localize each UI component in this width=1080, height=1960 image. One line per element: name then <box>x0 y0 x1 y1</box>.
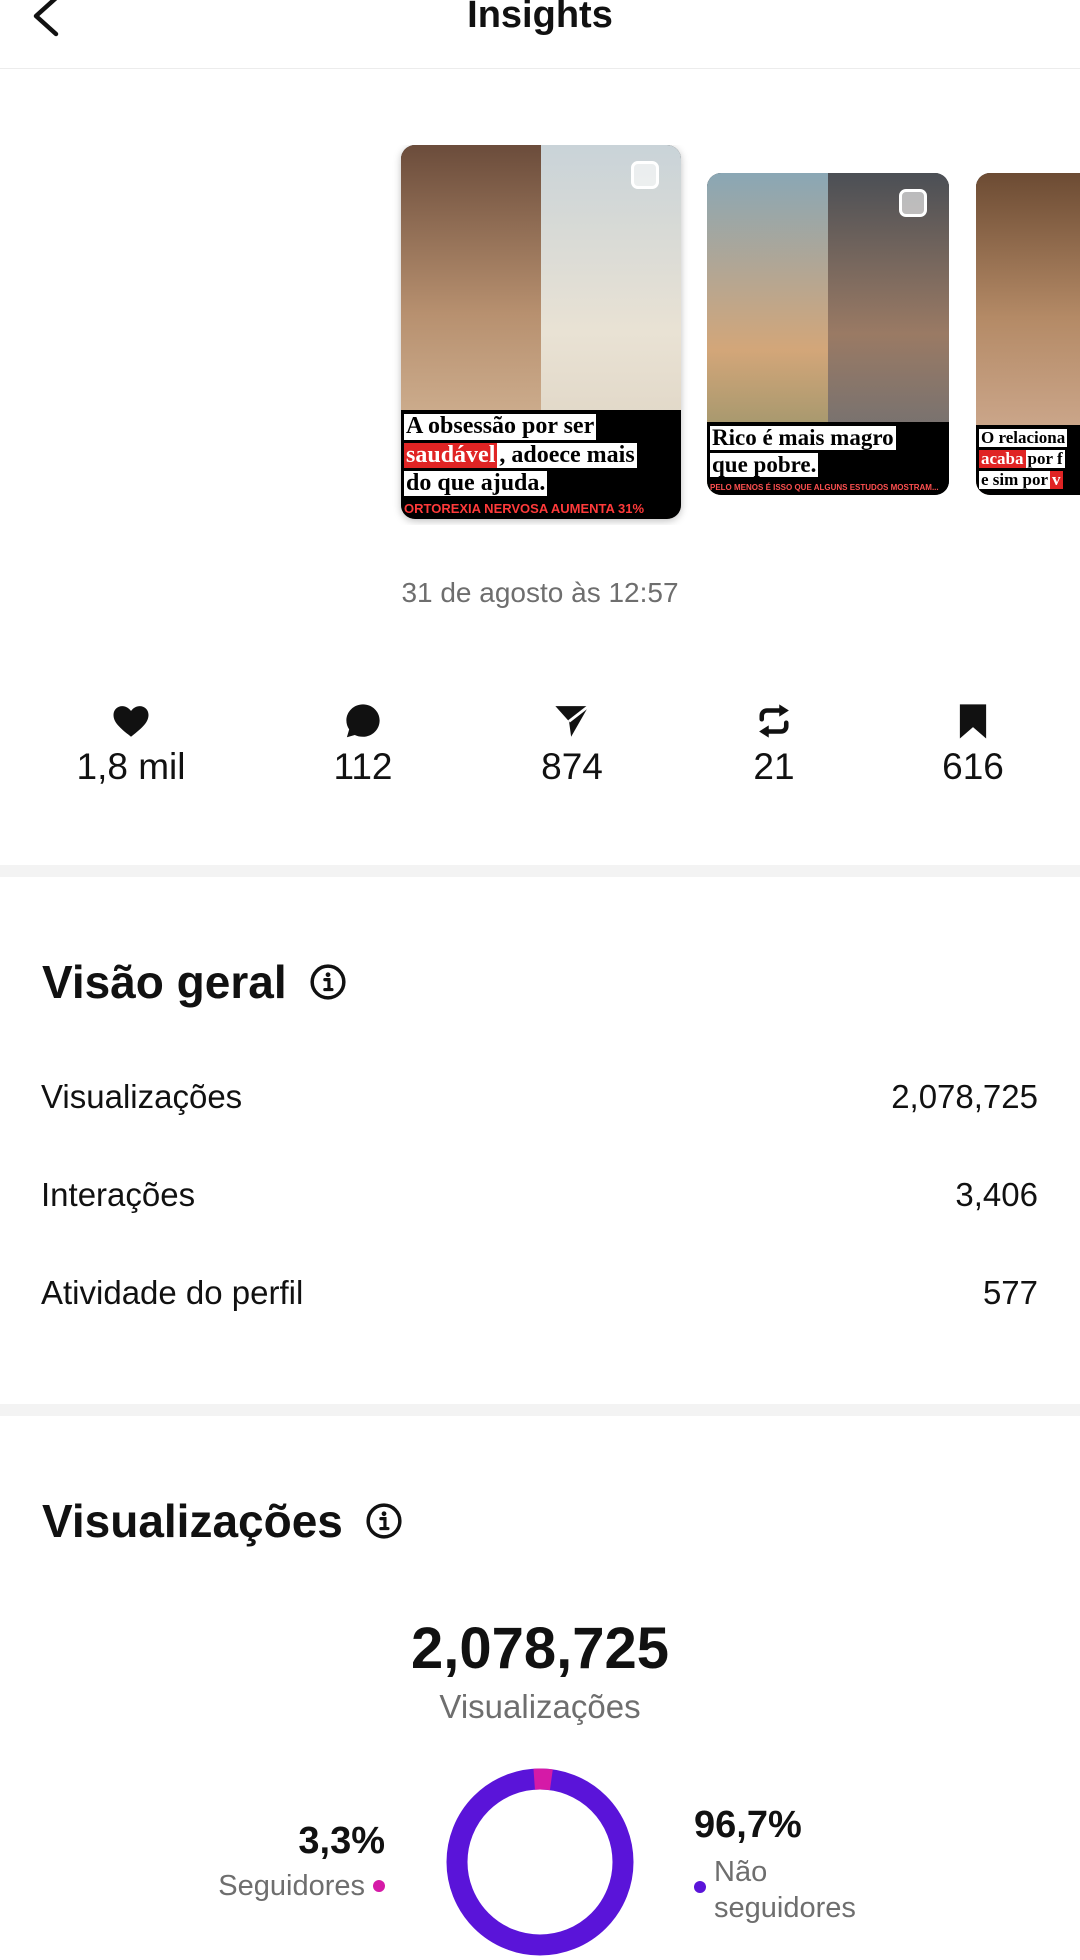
views-heading: Visualizações <box>42 1494 403 1548</box>
caption-subtitle: ORTOREXIA NERVOSA AUMENTA 31% <box>404 501 645 516</box>
select-checkbox[interactable] <box>631 161 659 189</box>
row-value: 577 <box>982 1274 1038 1311</box>
caption-highlight: saudável <box>404 441 498 468</box>
caption-line: O relaciona <box>979 428 1068 448</box>
followers-percent: 3,3% <box>298 1820 385 1862</box>
reposts-count: 21 <box>753 746 795 787</box>
section-divider <box>0 865 1080 877</box>
caption-line: , adoece mais <box>497 441 637 468</box>
post-thumbnail[interactable]: Rico é mais magro que pobre. PELO MENOS … <box>707 173 949 495</box>
shares-stat: 874 <box>492 700 652 788</box>
views-total: 2,078,725 <box>410 1616 670 1681</box>
donut-non-followers-ring <box>446 1768 634 1956</box>
non-followers-label-line1: Não <box>714 1856 768 1888</box>
bookmark-icon <box>959 704 987 739</box>
caption-line: e sim por <box>979 470 1051 490</box>
info-icon[interactable] <box>365 1502 403 1540</box>
heart-icon <box>113 706 149 737</box>
saves-stat: 616 <box>893 700 1053 788</box>
caption-line: por f <box>1025 449 1065 469</box>
post-carousel[interactable]: A obsessão por ser saudável, adoece mais… <box>0 145 1080 525</box>
comments-count: 112 <box>333 746 393 787</box>
views-title: Visualizações <box>42 1495 343 1547</box>
post-caption: O relaciona acaba por f e sim por v <box>976 425 1080 495</box>
header: Insights <box>0 0 1080 69</box>
likes-stat: 1,8 mil <box>51 700 211 788</box>
saves-count: 616 <box>942 746 1004 787</box>
non-followers-legend-dot <box>694 1881 706 1893</box>
non-followers-label-line2: seguidores <box>714 1892 856 1924</box>
post-thumbnail[interactable]: O relaciona acaba por f e sim por v <box>976 173 1080 495</box>
row-value: 2,078,725 <box>891 1078 1038 1115</box>
likes-count: 1,8 mil <box>76 746 186 787</box>
row-label: Visualizações <box>41 1078 243 1115</box>
caption-highlight: acaba <box>979 449 1026 469</box>
caption-line: do que ajuda. <box>404 469 548 496</box>
repost-icon <box>759 704 789 738</box>
overview-title: Visão geral <box>42 956 287 1008</box>
post-caption: Rico é mais magro que pobre. PELO MENOS … <box>707 421 949 495</box>
row-label: Interações <box>41 1176 196 1213</box>
row-label: Atividade do perfil <box>41 1274 304 1311</box>
shares-count: 874 <box>541 746 603 787</box>
followers-legend-dot <box>373 1880 385 1892</box>
info-icon[interactable] <box>309 963 347 1001</box>
comments-stat: 112 <box>283 700 443 788</box>
followers-label: Seguidores <box>218 1870 365 1902</box>
page-title: Insights <box>467 0 613 36</box>
section-divider <box>0 1404 1080 1416</box>
caption-line: Rico é mais magro <box>710 424 896 450</box>
caption-line: A obsessão por ser <box>404 413 597 440</box>
non-followers-percent: 96,7% <box>694 1804 802 1846</box>
overview-heading: Visão geral <box>42 955 347 1009</box>
post-caption: A obsessão por ser saudável, adoece mais… <box>401 410 681 519</box>
caption-line: que pobre. <box>710 451 819 477</box>
views-total-label: Visualizações <box>439 1688 641 1725</box>
share-icon <box>555 705 590 737</box>
comment-icon <box>346 704 380 738</box>
reposts-stat: 21 <box>694 700 854 788</box>
row-value: 3,406 <box>955 1176 1038 1213</box>
non-followers-label: Não seguidores <box>714 1854 914 1926</box>
post-date: 31 de agosto às 12:57 <box>401 577 679 608</box>
views-donut-chart <box>446 1768 634 1956</box>
caption-highlight: v <box>1050 470 1063 490</box>
caption-subtitle: PELO MENOS É ISSO QUE ALGUNS ESTUDOS MOS… <box>710 483 939 492</box>
post-thumbnail-selected[interactable]: A obsessão por ser saudável, adoece mais… <box>401 145 681 519</box>
select-checkbox[interactable] <box>899 189 927 217</box>
